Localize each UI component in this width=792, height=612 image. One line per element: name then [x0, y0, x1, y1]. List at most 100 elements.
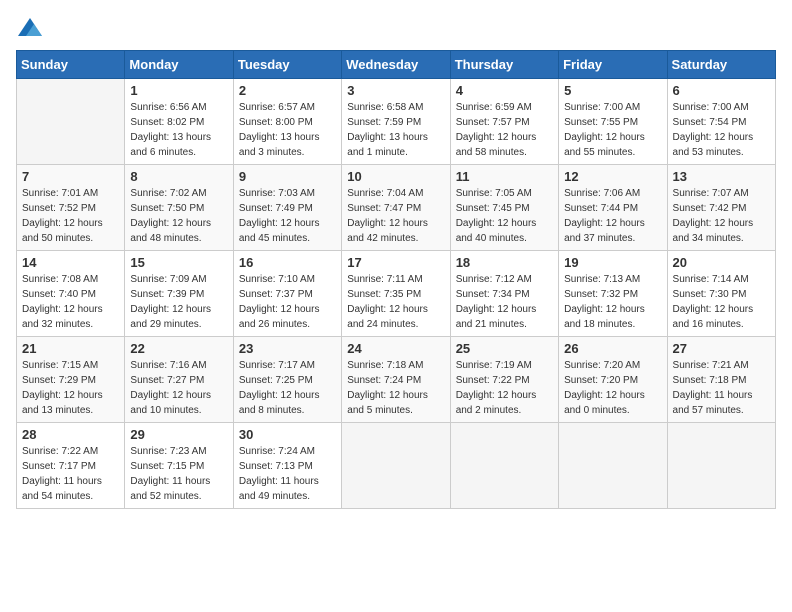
weekday-header-row: SundayMondayTuesdayWednesdayThursdayFrid…: [17, 51, 776, 79]
calendar-cell: [559, 423, 667, 509]
calendar-cell: 9 Sunrise: 7:03 AMSunset: 7:49 PMDaylight…: [233, 165, 341, 251]
day-number: 8: [130, 169, 227, 184]
calendar-week-3: 14 Sunrise: 7:08 AMSunset: 7:40 PMDayligh…: [17, 251, 776, 337]
day-number: 19: [564, 255, 661, 270]
day-number: 11: [456, 169, 553, 184]
calendar-cell: 25 Sunrise: 7:19 AMSunset: 7:22 PMDayligh…: [450, 337, 558, 423]
calendar-cell: 19 Sunrise: 7:13 AMSunset: 7:32 PMDayligh…: [559, 251, 667, 337]
day-number: 14: [22, 255, 119, 270]
calendar-cell: 6 Sunrise: 7:00 AMSunset: 7:54 PMDaylight…: [667, 79, 775, 165]
day-info: Sunrise: 7:19 AMSunset: 7:22 PMDaylight:…: [456, 358, 553, 418]
weekday-header-saturday: Saturday: [667, 51, 775, 79]
day-number: 18: [456, 255, 553, 270]
day-info: Sunrise: 7:18 AMSunset: 7:24 PMDaylight:…: [347, 358, 444, 418]
day-number: 10: [347, 169, 444, 184]
calendar-cell: 1Sunrise: 6:56 AMSunset: 8:02 PMDaylight…: [125, 79, 233, 165]
day-info: Sunrise: 7:01 AMSunset: 7:52 PMDaylight:…: [22, 186, 119, 246]
day-info: Sunrise: 7:06 AMSunset: 7:44 PMDaylight:…: [564, 186, 661, 246]
day-number: 3: [347, 83, 444, 98]
day-number: 30: [239, 427, 336, 442]
weekday-header-tuesday: Tuesday: [233, 51, 341, 79]
day-number: 21: [22, 341, 119, 356]
calendar-cell: 11 Sunrise: 7:05 AMSunset: 7:45 PMDayligh…: [450, 165, 558, 251]
calendar-cell: 15Sunrise: 7:09 AMSunset: 7:39 PMDayligh…: [125, 251, 233, 337]
calendar-week-2: 7 Sunrise: 7:01 AMSunset: 7:52 PMDaylight…: [17, 165, 776, 251]
calendar-week-4: 21Sunrise: 7:15 AMSunset: 7:29 PMDayligh…: [17, 337, 776, 423]
calendar-cell: 29 Sunrise: 7:23 AMSunset: 7:15 PMDayligh…: [125, 423, 233, 509]
day-info: Sunrise: 6:59 AMSunset: 7:57 PMDaylight:…: [456, 100, 553, 160]
day-info: Sunrise: 7:00 AMSunset: 7:55 PMDaylight:…: [564, 100, 661, 160]
day-number: 28: [22, 427, 119, 442]
day-number: 12: [564, 169, 661, 184]
calendar-cell: 4Sunrise: 6:59 AMSunset: 7:57 PMDaylight…: [450, 79, 558, 165]
day-number: 22: [130, 341, 227, 356]
weekday-header-friday: Friday: [559, 51, 667, 79]
calendar-week-1: 1Sunrise: 6:56 AMSunset: 8:02 PMDaylight…: [17, 79, 776, 165]
day-info: Sunrise: 7:03 AMSunset: 7:49 PMDaylight:…: [239, 186, 336, 246]
day-number: 5: [564, 83, 661, 98]
day-info: Sunrise: 7:22 AMSunset: 7:17 PMDaylight:…: [22, 444, 119, 504]
day-info: Sunrise: 7:07 AMSunset: 7:42 PMDaylight:…: [673, 186, 770, 246]
calendar-cell: 17 Sunrise: 7:11 AMSunset: 7:35 PMDayligh…: [342, 251, 450, 337]
calendar-table: SundayMondayTuesdayWednesdayThursdayFrid…: [16, 50, 776, 509]
logo: [16, 16, 48, 40]
day-info: Sunrise: 6:57 AMSunset: 8:00 PMDaylight:…: [239, 100, 336, 160]
day-number: 2: [239, 83, 336, 98]
day-info: Sunrise: 7:21 AMSunset: 7:18 PMDaylight:…: [673, 358, 770, 418]
calendar-cell: 12 Sunrise: 7:06 AMSunset: 7:44 PMDayligh…: [559, 165, 667, 251]
day-info: Sunrise: 7:10 AMSunset: 7:37 PMDaylight:…: [239, 272, 336, 332]
calendar-cell: 8 Sunrise: 7:02 AMSunset: 7:50 PMDaylight…: [125, 165, 233, 251]
day-info: Sunrise: 6:58 AMSunset: 7:59 PMDaylight:…: [347, 100, 444, 160]
day-number: 25: [456, 341, 553, 356]
day-number: 23: [239, 341, 336, 356]
calendar-cell: 27 Sunrise: 7:21 AMSunset: 7:18 PMDayligh…: [667, 337, 775, 423]
calendar-cell: 5 Sunrise: 7:00 AMSunset: 7:55 PMDaylight…: [559, 79, 667, 165]
day-info: Sunrise: 7:17 AMSunset: 7:25 PMDaylight:…: [239, 358, 336, 418]
day-number: 27: [673, 341, 770, 356]
day-info: Sunrise: 7:14 AMSunset: 7:30 PMDaylight:…: [673, 272, 770, 332]
day-number: 24: [347, 341, 444, 356]
calendar-cell: 30Sunrise: 7:24 AMSunset: 7:13 PMDayligh…: [233, 423, 341, 509]
calendar-cell: [342, 423, 450, 509]
calendar-cell: 21Sunrise: 7:15 AMSunset: 7:29 PMDayligh…: [17, 337, 125, 423]
day-number: 17: [347, 255, 444, 270]
calendar-cell: 24 Sunrise: 7:18 AMSunset: 7:24 PMDayligh…: [342, 337, 450, 423]
day-info: Sunrise: 7:02 AMSunset: 7:50 PMDaylight:…: [130, 186, 227, 246]
day-number: 6: [673, 83, 770, 98]
calendar-cell: 18Sunrise: 7:12 AMSunset: 7:34 PMDayligh…: [450, 251, 558, 337]
calendar-cell: 22 Sunrise: 7:16 AMSunset: 7:27 PMDayligh…: [125, 337, 233, 423]
calendar-cell: 23 Sunrise: 7:17 AMSunset: 7:25 PMDayligh…: [233, 337, 341, 423]
calendar-cell: [450, 423, 558, 509]
day-info: Sunrise: 7:23 AMSunset: 7:15 PMDaylight:…: [130, 444, 227, 504]
weekday-header-monday: Monday: [125, 51, 233, 79]
day-info: Sunrise: 7:08 AMSunset: 7:40 PMDaylight:…: [22, 272, 119, 332]
day-info: Sunrise: 7:09 AMSunset: 7:39 PMDaylight:…: [130, 272, 227, 332]
day-number: 16: [239, 255, 336, 270]
page-header: [16, 16, 776, 40]
day-number: 29: [130, 427, 227, 442]
weekday-header-wednesday: Wednesday: [342, 51, 450, 79]
day-info: Sunrise: 7:20 AMSunset: 7:20 PMDaylight:…: [564, 358, 661, 418]
day-info: Sunrise: 7:13 AMSunset: 7:32 PMDaylight:…: [564, 272, 661, 332]
logo-icon: [16, 16, 44, 40]
weekday-header-sunday: Sunday: [17, 51, 125, 79]
weekday-header-thursday: Thursday: [450, 51, 558, 79]
calendar-cell: 20 Sunrise: 7:14 AMSunset: 7:30 PMDayligh…: [667, 251, 775, 337]
day-number: 26: [564, 341, 661, 356]
day-number: 13: [673, 169, 770, 184]
calendar-cell: 7 Sunrise: 7:01 AMSunset: 7:52 PMDaylight…: [17, 165, 125, 251]
calendar-cell: 2 Sunrise: 6:57 AMSunset: 8:00 PMDaylight…: [233, 79, 341, 165]
day-info: Sunrise: 7:05 AMSunset: 7:45 PMDaylight:…: [456, 186, 553, 246]
calendar-cell: 10Sunrise: 7:04 AMSunset: 7:47 PMDayligh…: [342, 165, 450, 251]
day-number: 7: [22, 169, 119, 184]
day-info: Sunrise: 7:00 AMSunset: 7:54 PMDaylight:…: [673, 100, 770, 160]
day-number: 20: [673, 255, 770, 270]
calendar-cell: 3 Sunrise: 6:58 AMSunset: 7:59 PMDaylight…: [342, 79, 450, 165]
calendar-cell: 14 Sunrise: 7:08 AMSunset: 7:40 PMDayligh…: [17, 251, 125, 337]
day-info: Sunrise: 7:11 AMSunset: 7:35 PMDaylight:…: [347, 272, 444, 332]
calendar-cell: 26 Sunrise: 7:20 AMSunset: 7:20 PMDayligh…: [559, 337, 667, 423]
day-info: Sunrise: 7:16 AMSunset: 7:27 PMDaylight:…: [130, 358, 227, 418]
day-number: 1: [130, 83, 227, 98]
calendar-cell: [17, 79, 125, 165]
day-number: 9: [239, 169, 336, 184]
